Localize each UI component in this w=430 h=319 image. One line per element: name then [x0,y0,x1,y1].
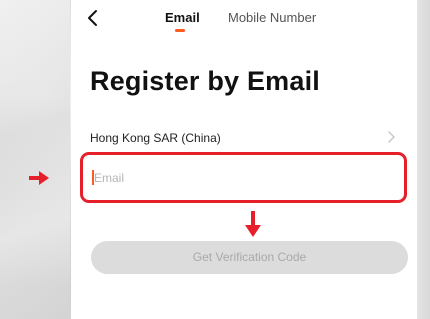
region-label: Hong Kong SAR (China) [90,131,221,145]
top-navigation-bar: Email Mobile Number [71,0,417,40]
chevron-right-icon [386,130,396,144]
register-screen: Email Mobile Number Register by Email Ho… [71,0,417,319]
get-verification-code-button[interactable]: Get Verification Code [91,241,408,274]
email-input[interactable] [92,169,394,187]
arrow-right-icon [29,171,49,185]
chevron-left-icon [88,10,97,26]
text-cursor [92,170,94,185]
active-tab-indicator [175,29,185,32]
arrow-down-icon [245,211,261,237]
tab-mobile-number[interactable]: Mobile Number [228,10,316,25]
back-button[interactable] [83,8,103,28]
region-selector[interactable]: Hong Kong SAR (China) [90,128,396,150]
tab-email[interactable]: Email [165,10,200,25]
page-title: Register by Email [90,66,320,96]
email-field-highlight [80,152,407,203]
